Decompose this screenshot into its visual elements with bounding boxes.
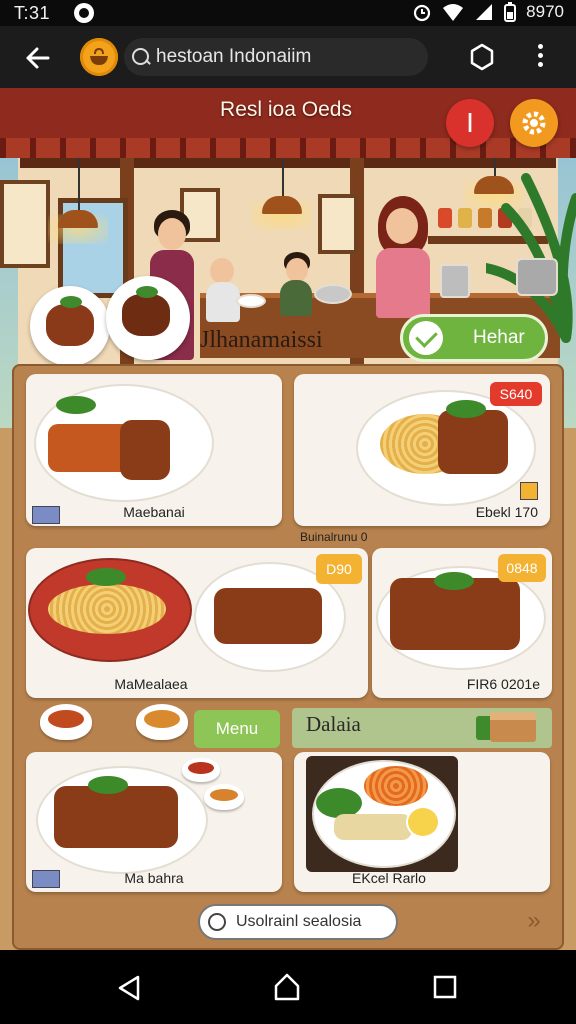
menu-card[interactable]: 0848 FIR6 0201e: [372, 548, 552, 698]
leaf-garnish: [56, 396, 96, 414]
leaf-garnish: [446, 400, 486, 418]
app-logo[interactable]: [80, 38, 118, 76]
battery-text: 8970: [526, 2, 564, 21]
search-icon: [132, 48, 149, 65]
sauce-bowl: [136, 704, 188, 740]
dish-food: [334, 814, 412, 840]
settings-button[interactable]: [510, 99, 558, 147]
roof-tiles: [0, 138, 576, 158]
notification-badge[interactable]: I: [446, 99, 494, 147]
battery-icon: [504, 2, 517, 22]
menu-card[interactable]: Ma bahra: [26, 752, 282, 892]
menu-card[interactable]: EKcel Rarlo: [294, 752, 550, 892]
pot: [516, 258, 558, 296]
dish-name: FIR6 0201e: [466, 676, 540, 692]
alarm-icon: [414, 4, 431, 22]
status-bar: T:31 8970: [0, 0, 576, 26]
back-button[interactable]: [18, 38, 58, 78]
halal-label: Hehar: [473, 327, 525, 348]
dish-food: [438, 410, 508, 474]
wifi-icon: [443, 4, 464, 21]
section-title: Dalaia: [306, 712, 361, 736]
roof-eave: [20, 158, 556, 168]
menu-card[interactable]: S640 Ebekl 170: [294, 374, 550, 526]
share-button[interactable]: [466, 41, 498, 73]
dish-food: [214, 588, 322, 644]
dish-name: Ebekl 170: [475, 504, 538, 520]
search-query: hestoan Indonaiim: [156, 46, 312, 67]
egg: [406, 806, 440, 838]
status-time: T:31: [14, 3, 51, 23]
dish-food: [364, 766, 428, 806]
share-icon: [470, 43, 494, 71]
more-vert-icon: [530, 44, 550, 67]
system-nav-bar: [0, 950, 576, 1024]
dish-name: EKcel Rarlo: [352, 870, 426, 886]
double-chevron-right-icon: »: [527, 907, 541, 934]
featured-dish-plate[interactable]: [106, 276, 190, 360]
menu-button[interactable]: Menu: [194, 710, 280, 748]
spice-jar: [438, 208, 452, 228]
nav-recents-icon[interactable]: [432, 974, 458, 1000]
more-options-button[interactable]: [530, 41, 550, 73]
dish-name: Maebanai: [123, 504, 185, 520]
leaf-garnish: [88, 776, 128, 794]
dish-food: [120, 420, 170, 480]
bottom-search-label: Usolrainl sealosia: [236, 913, 362, 930]
radio-icon: [208, 913, 226, 931]
bottom-search-pill[interactable]: Usolrainl sealosia: [198, 904, 398, 940]
nav-back-icon[interactable]: [116, 974, 142, 1002]
category-title: Jlhanamaissi: [200, 327, 323, 353]
wall-picture: [318, 194, 358, 254]
halal-filter-button[interactable]: Hehar: [400, 314, 548, 362]
app-logo-icon: [90, 47, 108, 65]
back-arrow-icon: [26, 47, 50, 69]
leaf-garnish: [86, 568, 126, 586]
status-icons: 8970: [412, 2, 564, 22]
flag-icon: [520, 482, 538, 500]
dish-name: MaMealaea: [114, 676, 188, 692]
check-leaf-icon: [409, 321, 443, 355]
restaurant-title: Resl ioa Oeds: [220, 98, 352, 121]
next-page-button[interactable]: »: [520, 906, 548, 936]
featured-dish-plate[interactable]: [30, 286, 110, 366]
spice-jar: [458, 208, 472, 228]
food-wrap-icon: [470, 706, 540, 746]
sauce-bowl: [40, 704, 92, 740]
nav-home-icon[interactable]: [272, 972, 302, 1002]
dish-name: Ma bahra: [124, 870, 184, 886]
pot: [440, 264, 470, 298]
price-tag: D90: [316, 554, 362, 584]
dish-food: [54, 786, 178, 848]
sauce-bowl: [182, 758, 220, 782]
price-tag: 0848: [498, 554, 546, 582]
pot: [314, 284, 352, 304]
gear-icon: [522, 111, 546, 135]
price-tag: S640: [490, 382, 542, 406]
dish-food: [48, 584, 166, 634]
menu-card[interactable]: Maebanai: [26, 374, 282, 526]
signal-icon: [476, 4, 493, 20]
pot: [236, 294, 266, 308]
card-subtitle: Buinalrunu 0: [300, 530, 368, 544]
leaf-garnish: [434, 572, 474, 590]
notification-icon: [74, 3, 94, 23]
search-input[interactable]: hestoan Indonaiim: [124, 38, 428, 76]
app-bar: hestoan Indonaiim: [0, 26, 576, 88]
wall-picture: [0, 180, 50, 268]
menu-card[interactable]: D90 MaMealaea: [26, 548, 368, 698]
sauce-bowl: [204, 784, 244, 810]
